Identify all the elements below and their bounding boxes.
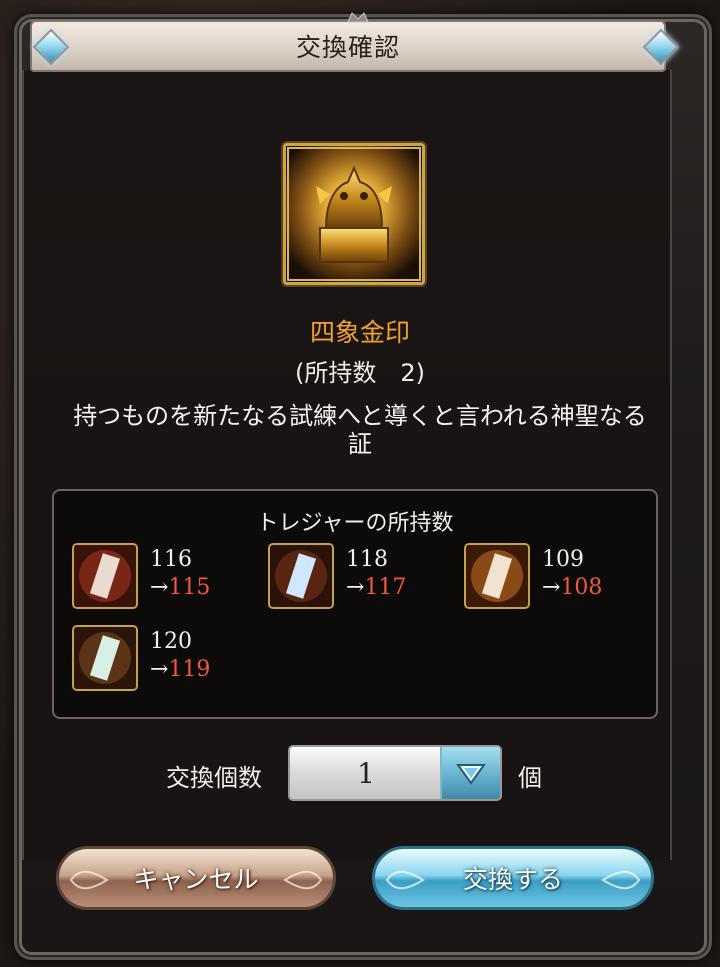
chevron-down-icon — [456, 764, 486, 785]
treasure-title: トレジャーの所持数 — [256, 511, 454, 536]
treasure-panel: トレジャーの所持数 116 →115 118 →117 109 →108 120… — [52, 489, 658, 719]
quantity-unit: 個 — [518, 764, 542, 792]
flourish-icon — [385, 870, 425, 890]
flourish-icon — [283, 870, 323, 890]
item-name: 四象金印 — [309, 318, 410, 347]
treasure-count: 120 — [150, 629, 192, 654]
treasure-after: →115 — [150, 575, 211, 600]
owned-count: (所持数 2) — [295, 359, 425, 387]
flourish-icon — [69, 870, 109, 890]
quantity-dropdown-button[interactable] — [440, 747, 500, 799]
quantity-label: 交換個数 — [166, 764, 262, 792]
treasure-after: →117 — [346, 575, 407, 600]
dialog-title-bar: 交換確認 — [30, 20, 666, 72]
green-talisman-icon — [72, 625, 138, 691]
treasure-after: →108 — [542, 575, 603, 600]
orange-talisman-icon — [464, 543, 530, 609]
exchange-button-label: 交換する — [462, 865, 563, 894]
red-talisman-icon — [72, 543, 138, 609]
treasure-item: 109 →108 — [464, 543, 644, 613]
golden-seal-icon — [286, 146, 422, 282]
treasure-item: 118 →117 — [268, 543, 448, 613]
flourish-icon — [601, 870, 641, 890]
item-icon — [283, 143, 425, 285]
exchange-button[interactable]: 交換する — [372, 846, 654, 910]
quantity-value: 1 — [357, 757, 375, 790]
treasure-count: 118 — [346, 547, 388, 572]
treasure-item: 120 →119 — [72, 625, 252, 695]
cancel-button-label: キャンセル — [133, 865, 259, 894]
treasure-after: →119 — [150, 657, 211, 682]
cancel-button[interactable]: キャンセル — [56, 846, 336, 910]
crown-ornament-icon — [347, 12, 369, 23]
dialog-title: 交換確認 — [295, 33, 400, 62]
item-description: 持つものを新たなる試練へと導くと言われる神聖なる証 — [73, 402, 647, 458]
blue-talisman-icon — [268, 543, 334, 609]
quantity-select[interactable]: 1 — [288, 745, 502, 801]
treasure-item: 116 →115 — [72, 543, 252, 613]
treasure-count: 109 — [542, 547, 584, 572]
treasure-count: 116 — [150, 547, 192, 572]
